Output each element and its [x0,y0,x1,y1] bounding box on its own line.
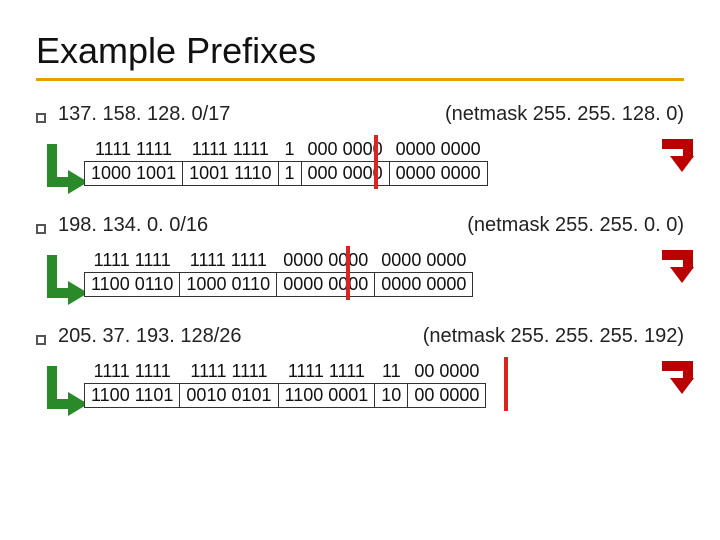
binary-table: 1111 11111111 11111000 00000000 00001000… [84,138,488,186]
mask-cell: 1111 1111 [85,360,180,384]
mask-cell: 1111 1111 [183,138,278,162]
binary-table-wrap: 1111 11111111 11111111 11111100 00001100… [84,360,664,408]
bullet-icon [36,224,46,234]
mask-cell: 1111 1111 [180,249,277,273]
addr-cell: 0010 0101 [180,384,278,408]
netmask-text: (netmask 255. 255. 0. 0) [467,214,684,237]
mask-cell: 0000 0000 [375,249,473,273]
prefix-boundary-bar [374,135,378,189]
mask-cell: 1111 1111 [85,138,183,162]
example-block: 198. 134. 0. 0/16 (netmask 255. 255. 0. … [36,214,684,297]
mask-cell: 1111 1111 [85,249,180,273]
arrow-out-icon [658,354,698,394]
example-headline: 198. 134. 0. 0/16 (netmask 255. 255. 0. … [36,214,684,237]
bullet-icon [36,113,46,123]
addr-cell: 1000 0110 [180,273,277,297]
addr-cell: 1001 1110 [183,162,278,186]
binary-table: 1111 11111111 11110000 00000000 00001100… [84,249,473,297]
example-block: 137. 158. 128. 0/17 (netmask 255. 255. 1… [36,103,684,186]
example-block: 205. 37. 193. 128/26 (netmask 255. 255. … [36,325,684,408]
mask-cell: 1111 1111 [278,360,375,384]
addr-cell: 1100 0110 [85,273,180,297]
prefix-text: 137. 158. 128. 0/17 [58,103,230,126]
prefix-text: 198. 134. 0. 0/16 [58,214,208,237]
binary-table-wrap: 1111 11111111 11110000 00000000 00001100… [84,249,664,297]
addr-cell: 1000 1001 [85,162,183,186]
binary-table-wrap: 1111 11111111 11111000 00000000 00001000… [84,138,664,186]
mask-cell: 0000 0000 [277,249,375,273]
mask-cell: 00 0000 [408,360,486,384]
prefix-boundary-bar [346,246,350,300]
mask-cell: 0000 0000 [389,138,487,162]
prefix-boundary-bar [504,357,508,411]
addr-cell: 00 0000 [408,384,486,408]
addr-cell: 1 [278,162,301,186]
page-title: Example Prefixes [36,30,684,72]
title-underline [36,78,684,81]
addr-cell: 10 [375,384,408,408]
netmask-text: (netmask 255. 255. 128. 0) [445,103,684,126]
addr-cell: 1100 0001 [278,384,375,408]
mask-cell: 11 [375,360,408,384]
addr-cell: 0000 0000 [389,162,487,186]
netmask-text: (netmask 255. 255. 255. 192) [423,325,684,348]
addr-cell: 0000 0000 [375,273,473,297]
binary-table: 1111 11111111 11111111 11111100 00001100… [84,360,486,408]
example-headline: 137. 158. 128. 0/17 (netmask 255. 255. 1… [36,103,684,126]
addr-cell: 0000 0000 [277,273,375,297]
arrow-out-icon [658,132,698,172]
mask-cell: 1111 1111 [180,360,278,384]
example-headline: 205. 37. 193. 128/26 (netmask 255. 255. … [36,325,684,348]
prefix-text: 205. 37. 193. 128/26 [58,325,242,348]
addr-cell: 1100 1101 [85,384,180,408]
arrow-out-icon [658,243,698,283]
mask-cell: 1 [278,138,301,162]
bullet-icon [36,335,46,345]
